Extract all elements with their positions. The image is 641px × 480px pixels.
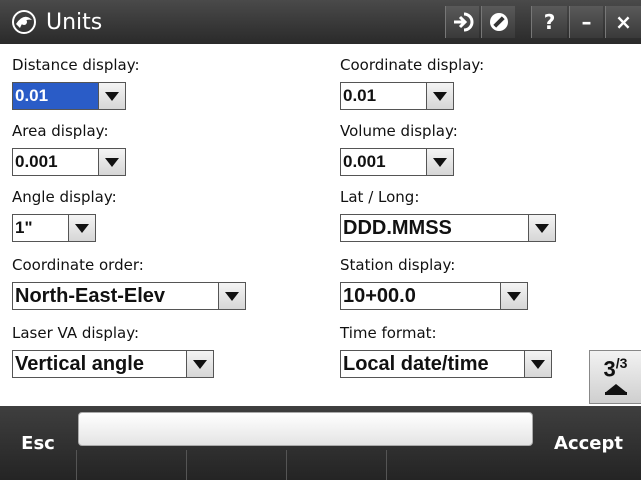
- no-entry-icon[interactable]: [481, 6, 515, 38]
- area-display-value[interactable]: 0.001: [12, 148, 98, 176]
- volume-display-label: Volume display:: [340, 122, 458, 140]
- chevron-down-icon[interactable]: [524, 350, 552, 378]
- title-bar: Units ? – ×: [0, 0, 641, 44]
- station-display-label: Station display:: [340, 256, 456, 274]
- accept-button[interactable]: Accept: [536, 406, 641, 480]
- close-button[interactable]: ×: [605, 6, 641, 38]
- coordinate-order-value[interactable]: North-East-Elev: [12, 282, 218, 310]
- app-logo-icon[interactable]: [6, 4, 42, 40]
- chevron-down-icon[interactable]: [528, 214, 556, 242]
- softkey-empty-3[interactable]: [286, 450, 386, 480]
- page-current: 3: [603, 356, 616, 382]
- lat-long-label: Lat / Long:: [340, 188, 420, 206]
- page-total: 3: [619, 355, 628, 371]
- coordinate-order-select[interactable]: North-East-Elev: [12, 282, 246, 310]
- page-indicator: 3/3: [603, 355, 628, 382]
- chevron-down-icon[interactable]: [426, 82, 454, 110]
- station-display-value[interactable]: 10+00.0: [340, 282, 500, 310]
- time-format-label: Time format:: [340, 324, 437, 342]
- page-switch-button[interactable]: 3/3: [589, 350, 641, 404]
- chevron-down-icon[interactable]: [98, 148, 126, 176]
- chevron-down-icon[interactable]: [68, 214, 96, 242]
- chevron-down-icon[interactable]: [98, 82, 126, 110]
- laser-va-display-value[interactable]: Vertical angle: [12, 350, 186, 378]
- page-bar-icon: [604, 392, 627, 396]
- distance-display-value[interactable]: 0.01: [12, 82, 98, 110]
- chevron-down-icon[interactable]: [218, 282, 246, 310]
- esc-button[interactable]: Esc: [0, 406, 76, 480]
- login-arrow-icon[interactable]: [445, 6, 479, 38]
- distance-display-select[interactable]: 0.01: [12, 82, 126, 110]
- time-format-value[interactable]: Local date/time: [340, 350, 524, 378]
- area-display-select[interactable]: 0.001: [12, 148, 126, 176]
- volume-display-select[interactable]: 0.001: [340, 148, 454, 176]
- lat-long-value[interactable]: DDD.MMSS: [340, 214, 528, 242]
- coordinate-order-label: Coordinate order:: [12, 256, 144, 274]
- time-format-select[interactable]: Local date/time: [340, 350, 552, 378]
- status-message-box: [78, 412, 533, 446]
- coordinate-display-value[interactable]: 0.01: [340, 82, 426, 110]
- chevron-down-icon[interactable]: [426, 148, 454, 176]
- lat-long-select[interactable]: DDD.MMSS: [340, 214, 556, 242]
- distance-display-label: Distance display:: [12, 56, 140, 74]
- station-display-select[interactable]: 10+00.0: [340, 282, 528, 310]
- window-title: Units: [46, 9, 103, 35]
- softkey-empty-2[interactable]: [186, 450, 286, 480]
- coordinate-display-select[interactable]: 0.01: [340, 82, 454, 110]
- softkey-empty-4[interactable]: [386, 450, 534, 480]
- page-up-icon: [605, 384, 626, 393]
- coordinate-display-label: Coordinate display:: [340, 56, 485, 74]
- angle-display-value[interactable]: 1": [12, 214, 68, 242]
- chevron-down-icon[interactable]: [500, 282, 528, 310]
- chevron-down-icon[interactable]: [186, 350, 214, 378]
- minimize-button[interactable]: –: [569, 6, 603, 38]
- laser-va-display-label: Laser VA display:: [12, 324, 140, 342]
- angle-display-select[interactable]: 1": [12, 214, 96, 242]
- angle-display-label: Angle display:: [12, 188, 117, 206]
- help-button[interactable]: ?: [531, 6, 567, 38]
- volume-display-value[interactable]: 0.001: [340, 148, 426, 176]
- laser-va-display-select[interactable]: Vertical angle: [12, 350, 214, 378]
- softkey-empty-1[interactable]: [76, 450, 186, 480]
- area-display-label: Area display:: [12, 122, 109, 140]
